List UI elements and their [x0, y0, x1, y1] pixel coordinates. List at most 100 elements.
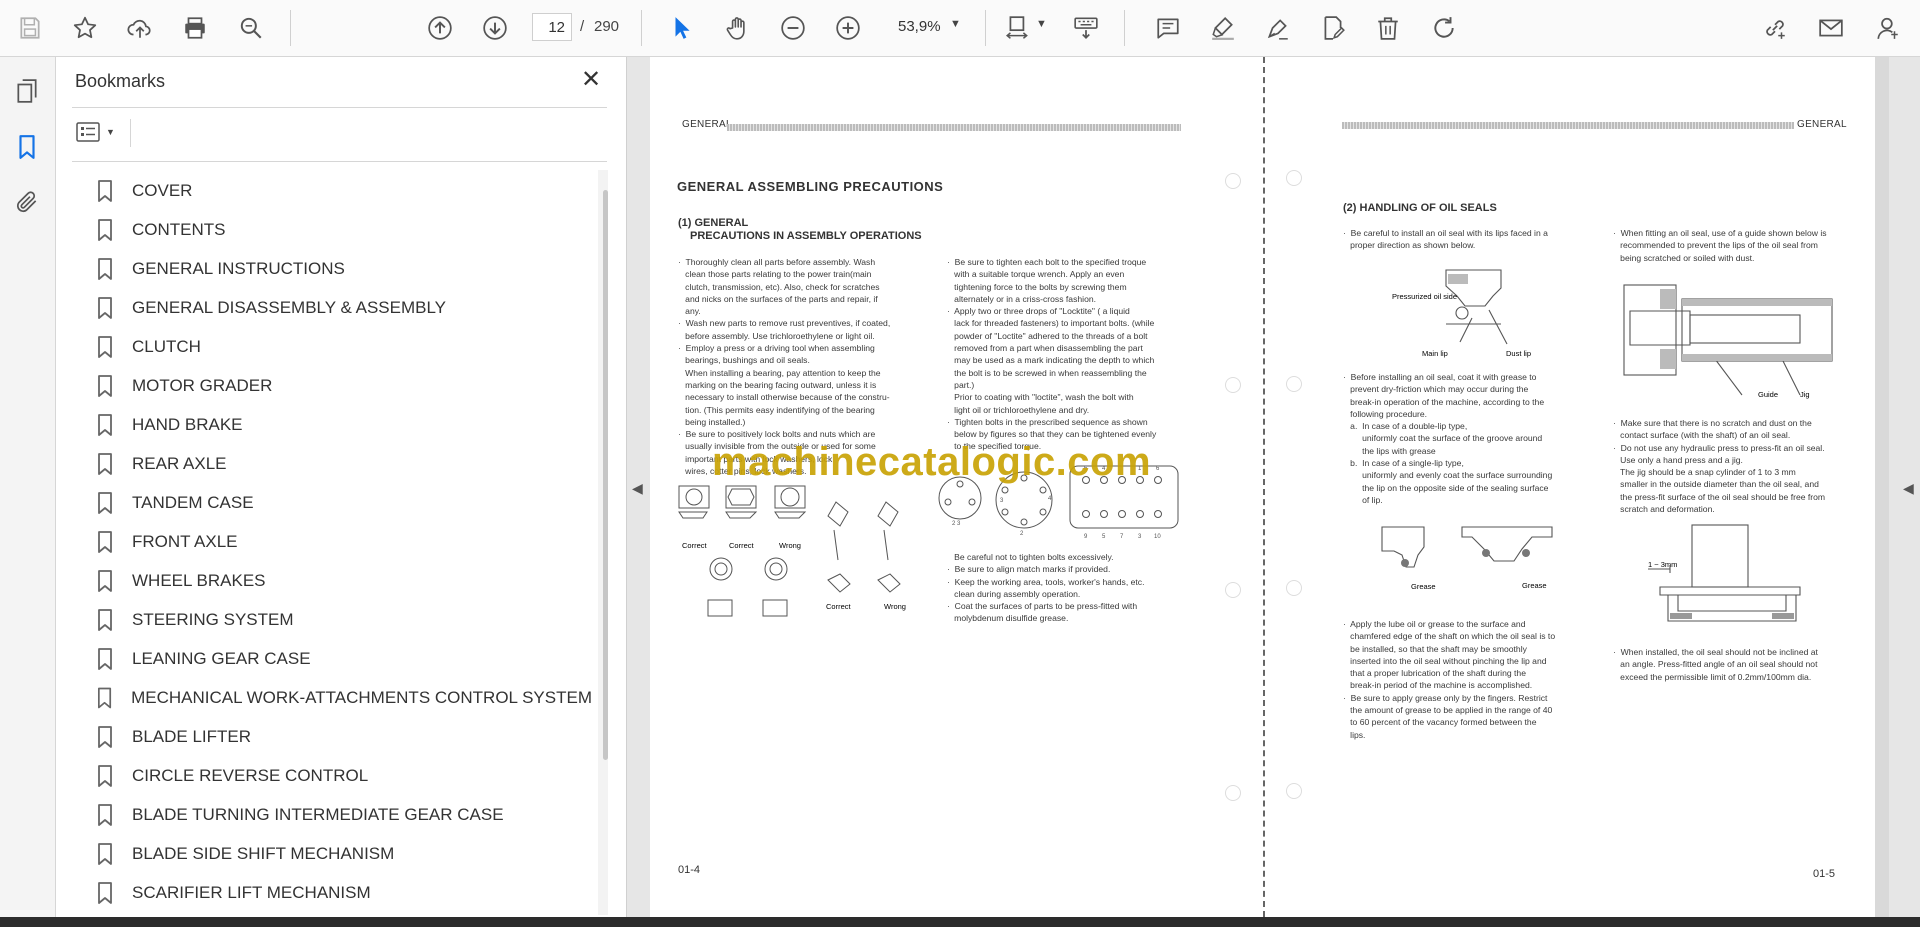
account-icon[interactable] — [1870, 10, 1906, 46]
share-link-icon[interactable] — [1757, 10, 1793, 46]
text-line: part.) — [947, 379, 975, 390]
attachments-icon[interactable] — [10, 185, 44, 219]
find-icon[interactable] — [233, 10, 269, 46]
bookmark-item[interactable]: FRONT AXLE — [92, 522, 592, 561]
bookmark-icon — [98, 335, 112, 358]
delete-icon[interactable] — [1370, 10, 1406, 46]
page-separator: / — [580, 18, 585, 35]
bookmark-item[interactable]: BLADE LIFTER — [92, 717, 592, 756]
page-thumbnails-icon[interactable] — [10, 74, 44, 108]
bookmarks-icon[interactable] — [10, 130, 44, 164]
caption-wrong: Wrong — [779, 541, 801, 550]
bookmark-item[interactable]: COVER — [92, 171, 592, 210]
bookmark-item[interactable]: BLADE TURNING INTERMEDIATE GEAR CASE — [92, 795, 592, 834]
bookmark-item[interactable]: CLUTCH — [92, 327, 592, 366]
keyboard-scroll-icon[interactable] — [1068, 10, 1104, 46]
text-line: · Be careful to install an oil seal with… — [1343, 228, 1548, 238]
bookmark-list: COVER CONTENTS GENERAL INSTRUCTIONS GENERAL… — [92, 171, 592, 912]
bookmark-item[interactable]: BLADE SIDE SHIFT MECHANISM — [92, 834, 592, 873]
bookmark-item[interactable]: LEANING GEAR CASE — [92, 639, 592, 678]
text-line: being installed.) — [678, 416, 746, 427]
bookmark-item[interactable]: HAND BRAKE — [92, 405, 592, 444]
bookmark-item[interactable]: GENERAL INSTRUCTIONS — [92, 249, 592, 288]
toolbar-separator — [641, 10, 642, 46]
text-line: proper direction as shown below. — [1343, 240, 1476, 251]
svg-text:3: 3 — [1000, 498, 1004, 504]
punch-hole — [1225, 785, 1241, 801]
highlight-icon[interactable] — [1205, 10, 1241, 46]
text-line: that a proper lubrication of the shaft d… — [1343, 668, 1526, 679]
bookmark-item[interactable]: WHEEL BRAKES — [92, 561, 592, 600]
chevron-down-icon[interactable]: ▼ — [1036, 18, 1047, 30]
page-number-input[interactable]: 12 — [532, 13, 572, 41]
edit-document-icon[interactable] — [1315, 10, 1351, 46]
save-icon[interactable] — [12, 10, 48, 46]
text-line: clean during assembly operation. — [947, 588, 1081, 599]
bookmark-options-button[interactable]: ▼ — [76, 119, 120, 145]
select-cursor-icon[interactable] — [664, 10, 700, 46]
bookmark-label: FRONT AXLE — [132, 531, 238, 551]
text-line: The jig should be a snap cylinder of 1 t… — [1613, 467, 1796, 478]
bookmark-item[interactable]: MOTOR GRADER — [92, 366, 592, 405]
bookmark-item[interactable]: GENERAL DISASSEMBLY & ASSEMBLY — [92, 288, 592, 327]
text-line: being scratched or soiled with dust. — [1613, 252, 1755, 263]
collapse-left-arrow-icon[interactable]: ◀ — [632, 480, 643, 497]
page-fit-icon[interactable] — [1000, 10, 1036, 46]
bookmark-icon — [98, 374, 112, 397]
bookmark-item[interactable]: CIRCLE REVERSE CONTROL — [92, 756, 592, 795]
star-icon[interactable] — [67, 10, 103, 46]
collapse-right-arrow-icon[interactable]: ◀ — [1903, 480, 1914, 497]
next-page-icon[interactable] — [477, 10, 513, 46]
text-line: lips. — [1343, 729, 1366, 740]
text-column: Be careful not to tighten bolts excessiv… — [947, 551, 1177, 625]
bookmark-item[interactable]: MECHANICAL WORK-ATTACHMENTS CONTROL SYST… — [92, 678, 592, 717]
punch-hole — [1225, 582, 1241, 598]
text-line: · Be sure to apply grease only by the fi… — [1343, 692, 1548, 703]
text-line: the press-fit surface of the oil seal sh… — [1613, 491, 1826, 502]
svg-text:2 3: 2 3 — [952, 521, 961, 527]
hand-tool-icon[interactable] — [720, 10, 756, 46]
seal-guide-figure: Guide Jig — [1623, 284, 1833, 399]
text-line: tion. (This permits easy indentifying of… — [678, 404, 875, 415]
chevron-down-icon[interactable]: ▼ — [950, 18, 961, 30]
svg-text:5: 5 — [1102, 534, 1106, 540]
text-column: · Make sure that there is no scratch and… — [1613, 417, 1843, 515]
print-icon[interactable] — [177, 10, 213, 46]
close-icon[interactable]: ✕ — [578, 67, 604, 93]
oil-seal-lip-figure: Pressurized oil side Main lip Dust lip — [1392, 269, 1531, 358]
previous-page-icon[interactable] — [422, 10, 458, 46]
text-line: exceed the permissible limit of 0.2mm/10… — [1613, 671, 1812, 682]
bookmark-item[interactable]: REAR AXLE — [92, 444, 592, 483]
punch-hole — [1286, 783, 1302, 799]
text-line: light oil or trichloroethylene and dry. — [947, 404, 1090, 415]
panel-title: Bookmarks — [75, 71, 166, 91]
page-number: 01-4 — [678, 864, 701, 876]
text-line: necessary to install otherwise because o… — [678, 392, 890, 403]
text-line: a. In case of a double-lip type, — [1343, 421, 1468, 432]
text-line: · Apply two or three drops of "Locktite"… — [947, 306, 1130, 317]
bookmark-item[interactable]: SCARIFIER LIFT MECHANISM — [92, 873, 592, 912]
header-rule — [1342, 122, 1794, 129]
text-line: molybdenum disulfide grease. — [947, 613, 1069, 624]
text-line: to 60 percent of the vacancy formed betw… — [1343, 717, 1537, 728]
bookmark-item[interactable]: STEERING SYSTEM — [92, 600, 592, 639]
email-icon[interactable] — [1813, 10, 1849, 46]
draw-icon[interactable] — [1260, 10, 1296, 46]
upload-cloud-icon[interactable] — [122, 10, 158, 46]
text-line: an angle. Press-fitted angle of an oil s… — [1613, 659, 1818, 670]
bookmark-label: MOTOR GRADER — [132, 375, 273, 395]
text-line: · Wash new parts to remove rust preventi… — [678, 318, 891, 329]
scrollbar-thumb[interactable] — [603, 190, 608, 760]
comment-icon[interactable] — [1150, 10, 1186, 46]
zoom-out-icon[interactable] — [775, 10, 811, 46]
text-column: · Be careful to install an oil seal with… — [1343, 227, 1576, 252]
text-line: be installed, so that the shaft may be s… — [1343, 643, 1527, 654]
divider — [72, 161, 607, 162]
bookmark-item[interactable]: TANDEM CASE — [92, 483, 592, 522]
zoom-in-icon[interactable] — [830, 10, 866, 46]
main-toolbar: 12 / 290 53,9% ▼ ▼ — [0, 0, 1920, 57]
bookmark-label: GENERAL INSTRUCTIONS — [132, 258, 345, 278]
press-fit-figure: 1 ~ 3mm — [1648, 524, 1801, 622]
rotate-icon[interactable] — [1426, 10, 1462, 46]
bookmark-item[interactable]: CONTENTS — [92, 210, 592, 249]
